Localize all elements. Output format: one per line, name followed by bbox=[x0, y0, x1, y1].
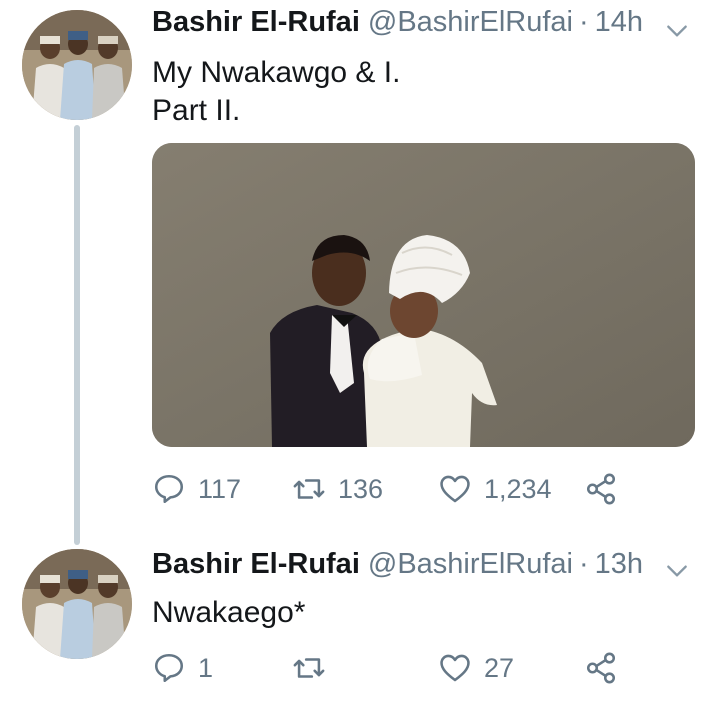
author-handle[interactable]: @BashirElRufai bbox=[368, 6, 573, 39]
like-button[interactable]: 27 bbox=[438, 651, 584, 685]
like-count: 27 bbox=[484, 652, 515, 683]
avatar[interactable] bbox=[22, 549, 132, 659]
tweet-header: Bashir El-Rufai @BashirElRufai · 14h bbox=[152, 6, 643, 39]
share-button[interactable] bbox=[584, 651, 618, 685]
timestamp[interactable]: 14h bbox=[595, 6, 643, 39]
tweet-text-line: Part II. bbox=[152, 94, 241, 127]
reply-button[interactable]: 1 bbox=[152, 651, 292, 685]
timestamp[interactable]: 13h bbox=[595, 548, 643, 581]
retweet-button[interactable] bbox=[292, 651, 438, 685]
thread-line bbox=[74, 125, 80, 545]
reply-count: 1 bbox=[198, 652, 214, 683]
retweet-icon bbox=[293, 658, 325, 678]
reply-count: 117 bbox=[198, 473, 242, 504]
avatar[interactable] bbox=[22, 10, 132, 120]
tweet-text: My Nwakawgo & I. Part II. bbox=[152, 54, 400, 130]
author-handle[interactable]: @BashirElRufai bbox=[368, 548, 573, 581]
share-button[interactable] bbox=[584, 472, 618, 506]
heart-icon bbox=[440, 475, 470, 503]
reply-button[interactable]: 117 bbox=[152, 472, 292, 506]
separator: · bbox=[579, 548, 589, 580]
tweet-photo[interactable] bbox=[152, 143, 695, 447]
chevron-down-icon[interactable] bbox=[664, 18, 690, 44]
tweet-actions: 117 136 1,234 bbox=[152, 472, 618, 506]
reply-bubble-icon bbox=[154, 474, 184, 504]
retweet-icon bbox=[293, 479, 325, 499]
tweet-text-line: My Nwakawgo & I. bbox=[152, 56, 401, 89]
tweet-text-line: Nwakaego* bbox=[152, 596, 306, 629]
tweet-header: Bashir El-Rufai @BashirElRufai · 13h bbox=[152, 548, 643, 581]
retweet-button[interactable]: 136 bbox=[292, 472, 438, 506]
tweet-actions: 1 27 bbox=[152, 651, 618, 685]
author-name[interactable]: Bashir El-Rufai bbox=[152, 548, 360, 581]
like-button[interactable]: 1,234 bbox=[438, 472, 584, 506]
share-icon bbox=[586, 473, 616, 505]
like-count: 1,234 bbox=[484, 473, 552, 504]
author-name[interactable]: Bashir El-Rufai bbox=[152, 6, 360, 39]
reply-bubble-icon bbox=[154, 653, 184, 683]
separator: · bbox=[579, 6, 589, 38]
tweet-text: Nwakaego* bbox=[152, 594, 305, 632]
heart-icon bbox=[440, 654, 470, 682]
share-icon bbox=[586, 652, 616, 684]
retweet-count: 136 bbox=[338, 473, 384, 504]
chevron-down-icon[interactable] bbox=[664, 558, 690, 584]
